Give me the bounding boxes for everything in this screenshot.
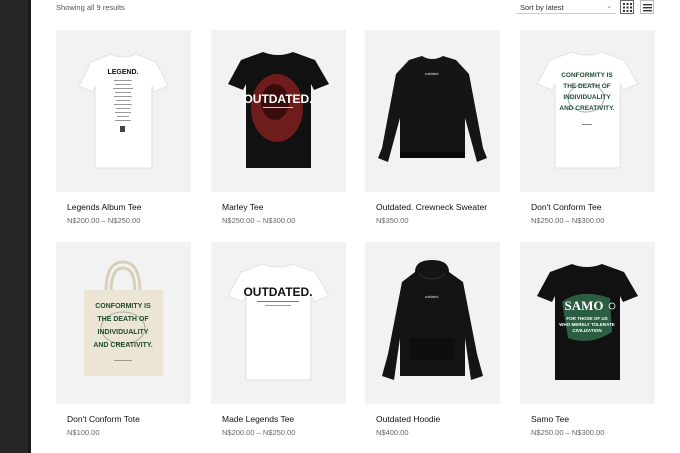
svg-text:outdated.: outdated. [425,72,440,76]
product-image[interactable]: outdated. [365,30,500,192]
product-title[interactable]: Don't Conform Tee [531,202,601,212]
product-price: N$200.00 – N$250.00 [67,216,141,225]
product-card[interactable]: OUTDATED. Made Legends Tee N$200.00 – N$… [211,242,346,437]
product-title[interactable]: Legends Album Tee [67,202,142,212]
grid-view-button[interactable] [620,0,634,14]
svg-text:OUTDATED.: OUTDATED. [243,285,312,299]
list-view-button[interactable] [640,0,654,14]
product-image[interactable]: SAMO FOR THOSE OF US WHO MERELY TOLERATE… [520,242,655,404]
rail-edge [28,0,31,453]
svg-text:INDIVIDUALITY: INDIVIDUALITY [98,329,149,336]
product-price: N$250.00 – N$300.00 [531,216,605,225]
product-card[interactable]: OUTDATED. Marley Tee N$250.00 – N$300.00 [211,30,346,225]
product-price: N$350.00 [376,216,409,225]
result-count: Showing all 9 results [56,3,125,12]
product-image[interactable]: CONFORMITY IS THE DEATH OF INDIVIDUALITY… [520,30,655,192]
tote-bag-image: CONFORMITY IS THE DEATH OF INDIVIDUALITY… [84,260,163,376]
black-hoodie-image: outdated. [382,260,483,380]
svg-text:CIVILIZATION: CIVILIZATION [572,328,601,333]
product-title[interactable]: Samo Tee [531,414,569,424]
product-price: N$250.00 – N$300.00 [222,216,296,225]
svg-text:OUTDATED.: OUTDATED. [243,92,312,106]
product-price: N$200.00 – N$250.00 [222,428,296,437]
svg-text:CONFORMITY IS: CONFORMITY IS [95,303,151,310]
chevron-down-icon: ⌄ [606,3,612,10]
product-title[interactable]: Outdated Hoodie [376,414,440,424]
svg-text:CONFORMITY IS: CONFORMITY IS [561,72,613,79]
product-image[interactable]: CONFORMITY IS THE DEATH OF INDIVIDUALITY… [56,242,191,404]
product-image[interactable]: OUTDATED. [211,242,346,404]
product-image[interactable]: outdated. [365,242,500,404]
svg-text:AND CREATIVITY.: AND CREATIVITY. [93,342,152,349]
product-price: N$100.00 [67,428,100,437]
svg-text:THE DEATH OF: THE DEATH OF [563,83,611,90]
svg-text:outdated.: outdated. [425,295,440,299]
product-title[interactable]: Made Legends Tee [222,414,294,424]
product-title[interactable]: Outdated. Crewneck Sweater [376,202,487,212]
product-card[interactable]: CONFORMITY IS THE DEATH OF INDIVIDUALITY… [56,242,191,437]
product-image[interactable]: LEGEND. [56,30,191,192]
product-price: N$400.00 [376,428,409,437]
list-icon [643,4,652,12]
svg-text:SAMO: SAMO [565,298,604,313]
product-title[interactable]: Don't Conform Tote [67,414,140,424]
svg-text:THE DEATH OF: THE DEATH OF [97,316,149,323]
sort-select-value: Sort by latest [520,3,564,12]
product-price: N$250.00 – N$300.00 [531,428,605,437]
svg-text:WHO MERELY TOLERATE: WHO MERELY TOLERATE [559,322,615,327]
product-card[interactable]: outdated. Outdated. Crewneck Sweater N$3… [365,30,500,225]
black-tee-image: OUTDATED. [228,52,329,168]
product-card[interactable]: LEGEND. Legends Album Tee N$200.00 – N$2… [56,30,191,225]
black-sweater-image: outdated. [378,56,487,162]
white-tee-image: CONFORMITY IS THE DEATH OF INDIVIDUALITY… [536,51,639,169]
left-sidebar-rail [0,0,31,453]
white-tee-image: LEGEND. [78,53,169,169]
product-title[interactable]: Marley Tee [222,202,263,212]
product-card[interactable]: CONFORMITY IS THE DEATH OF INDIVIDUALITY… [520,30,655,225]
svg-text:AND CREATIVITY.: AND CREATIVITY. [559,105,614,112]
sort-select[interactable]: Sort by latest ⌄ [516,0,616,14]
svg-text:FOR THOSE OF US: FOR THOSE OF US [566,316,607,321]
product-card[interactable]: outdated. Outdated Hoodie N$400.00 [365,242,500,437]
svg-text:INDIVIDUALITY: INDIVIDUALITY [563,94,611,101]
black-tee-image: SAMO FOR THOSE OF US WHO MERELY TOLERATE… [537,264,638,380]
svg-text:LEGEND.: LEGEND. [107,69,138,76]
product-image[interactable]: OUTDATED. [211,30,346,192]
grid-icon [623,3,632,12]
product-card[interactable]: SAMO FOR THOSE OF US WHO MERELY TOLERATE… [520,242,655,437]
white-tee-image: OUTDATED. [227,263,330,381]
